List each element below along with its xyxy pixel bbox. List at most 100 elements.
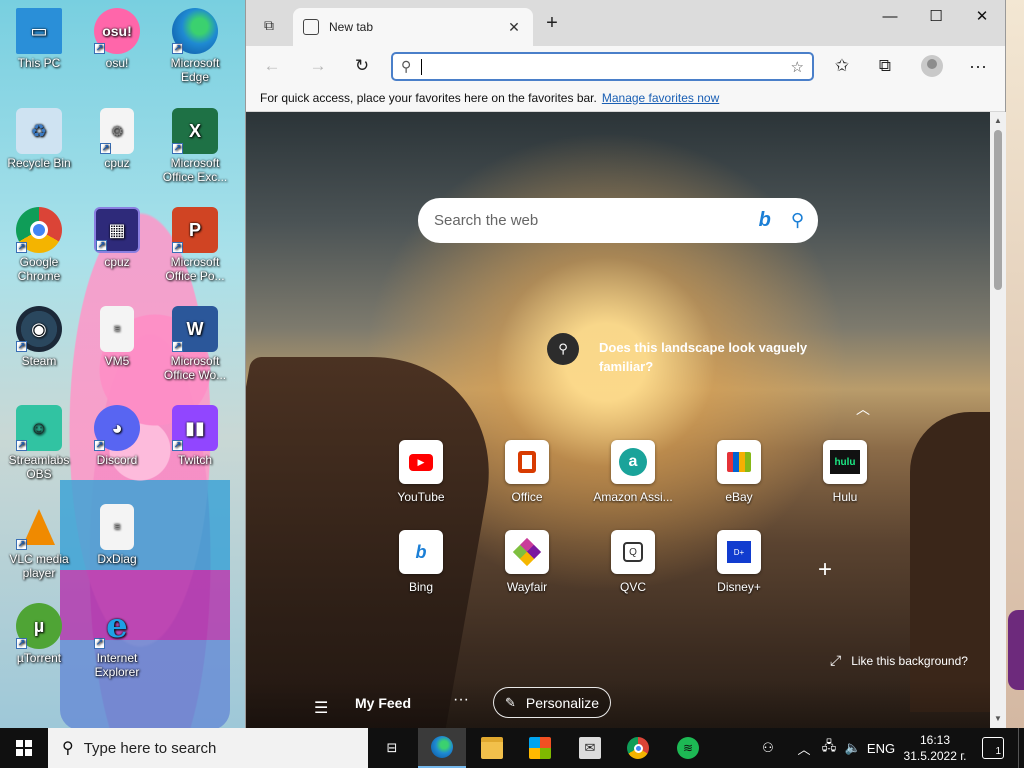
taskbar-microsoft-store[interactable] [516,728,564,768]
qvc-icon: Q [611,530,655,574]
settings-more-button[interactable]: ··· [964,52,992,80]
taskbar-search-box[interactable]: ⚲ [48,728,368,768]
scroll-up-icon[interactable]: ▲ [990,114,1006,128]
menu-icon[interactable]: ☰ [314,698,328,718]
input-language[interactable]: ENG [866,728,896,768]
back-button[interactable]: ← [258,52,286,80]
desktop-icon-osu[interactable]: osu! ↗ osu! [78,8,156,70]
desktop-icon-streamlabs[interactable]: ☺ ↗ Streamlabs OBS [0,405,78,481]
desktop-icon-vlc[interactable]: ↗ VLC media player [0,504,78,580]
file-icon: ≡ [100,306,134,352]
desktop-icon-cpuz-file[interactable]: ⚙ ↗ cpuz [78,108,156,170]
desktop-icon-vm5[interactable]: ≡ VM5 [78,306,156,368]
tab-new-tab[interactable]: New tab ✕ [293,8,533,46]
desktop-icon-twitch[interactable]: ▮▮ ↗ Twitch [156,405,234,467]
profile-button[interactable] [918,52,946,80]
add-quick-link-button[interactable]: + [818,556,832,584]
desktop-icon-cpuz-app[interactable]: ▦ ↗ cpuz [78,207,156,269]
clock-time: 16:13 [919,733,951,747]
start-button[interactable] [0,728,48,768]
chevron-up-icon[interactable]: ︿ [856,399,870,419]
quick-link-youtube[interactable]: ▶ YouTube [378,440,464,504]
edge-window: ⧉ New tab ✕ + — ☐ ✕ ← → ↻ ⚲ ☆ ✩ ⧉ ··· Fo… [245,0,1006,728]
desktop-icon-this-pc[interactable]: ▭ This PC [0,8,78,70]
background-question[interactable]: Does this landscape look vaguely familia… [599,338,819,376]
search-icon[interactable]: ⚲ [791,210,804,231]
desktop-icon-recycle-bin[interactable]: ♻ Recycle Bin [0,108,78,170]
volume-button[interactable]: 🔈 [842,728,864,768]
background-info[interactable]: ⚲ Does this landscape look vaguely famil… [547,333,819,376]
quick-link-office[interactable]: Office [484,440,570,504]
like-background-button[interactable]: ⤢ Like this background? [830,652,968,669]
tab-close-icon[interactable]: ✕ [505,19,523,36]
quick-link-ebay[interactable]: eBay [696,440,782,504]
desktop-icon-steam[interactable]: ◉ ↗ Steam [0,306,78,368]
maximize-button[interactable]: ☐ [913,0,959,32]
chrome-icon: ↗ [16,207,62,253]
action-center-button[interactable]: 1 [982,737,1004,759]
forward-button[interactable]: → [304,52,332,80]
taskbar-search-input[interactable] [83,739,344,757]
tab-title: New tab [329,20,374,34]
more-icon[interactable]: ··· [453,691,469,709]
quick-link-wayfair[interactable]: Wayfair [484,530,570,594]
quick-link-label: Disney+ [717,580,761,594]
taskbar-file-explorer[interactable] [468,728,516,768]
word-icon: W ↗ [172,306,218,352]
address-bar[interactable]: ⚲ ☆ [391,52,814,81]
taskbar-edge[interactable] [418,728,466,768]
desktop-icon-internet-explorer[interactable]: e ↗ Internet Explorer [78,603,156,679]
show-desktop-button[interactable] [1018,728,1024,768]
address-input[interactable] [426,56,791,77]
quick-link-bing[interactable]: b Bing [378,530,464,594]
desktop-icon-label: Microsoft Office Po... [165,255,225,283]
manage-favorites-link[interactable]: Manage favorites now [602,91,719,105]
quick-link-hulu[interactable]: hulu Hulu [802,440,888,504]
desktop-icon-label: Microsoft Edge [170,56,220,84]
show-hidden-icons-button[interactable]: ︿ [794,728,814,768]
streamlabs-icon: ☺ ↗ [16,405,62,451]
reload-button[interactable]: ↻ [348,52,376,80]
scrollbar-thumb[interactable] [994,130,1002,290]
desktop-icon-label: VLC media player [9,552,69,580]
taskbar-spotify[interactable]: ≋ [664,728,712,768]
arrow-left-icon: ← [263,56,281,75]
scroll-down-icon[interactable]: ▼ [990,712,1006,726]
quick-link-disney-plus[interactable]: D+ Disney+ [696,530,782,594]
my-feed-tab[interactable]: My Feed [355,695,411,711]
desktop-icon-utorrent[interactable]: µ ↗ µTorrent [0,603,78,665]
desktop-icon-edge[interactable]: ↗ Microsoft Edge [156,8,234,84]
web-search-input[interactable] [434,212,759,229]
shortcut-arrow-icon: ↗ [172,242,183,253]
clock[interactable]: 16:13 31.5.2022 г. [900,732,970,764]
desktop-icon-chrome[interactable]: ↗ Google Chrome [0,207,78,283]
quick-link-qvc[interactable]: Q QVC [590,530,676,594]
network-button[interactable]: 🖧 [818,728,840,768]
close-window-button[interactable]: ✕ [959,0,1005,32]
taskbar-chrome[interactable] [614,728,662,768]
collections-button[interactable]: ⧉ [871,52,899,80]
people-button[interactable]: ⚇ [756,728,780,768]
personalize-button[interactable]: ✎ Personalize [493,687,611,718]
add-favorite-icon[interactable]: ☆ [791,58,804,76]
tab-actions-button[interactable]: ⧉ [256,12,282,38]
favorites-button[interactable]: ✩ [828,52,856,80]
bing-icon[interactable]: b [759,209,771,232]
desktop-icon-powerpoint[interactable]: P ↗ Microsoft Office Po... [156,207,234,283]
desktop-icon-discord[interactable]: ◕ ↗ Discord [78,405,156,467]
minimize-button[interactable]: — [867,0,913,32]
pencil-icon: ✎ [504,694,516,710]
taskbar-mail[interactable]: ✉ [566,728,614,768]
desktop-icon-excel[interactable]: X ↗ Microsoft Office Exc... [156,108,234,184]
expand-icon: ⤢ [830,652,842,668]
new-tab-button[interactable]: + [540,12,564,35]
desktop-icon-dxdiag[interactable]: ≡ DxDiag [78,504,156,566]
quick-link-label: Hulu [832,490,858,504]
vertical-scrollbar[interactable]: ▲ ▼ [990,112,1006,728]
more-icon: ··· [969,55,987,76]
hulu-icon: hulu [823,440,867,484]
web-search-box[interactable]: b ⚲ [418,198,818,243]
desktop-icon-word[interactable]: W ↗ Microsoft Office Wo... [156,306,234,382]
task-view-button[interactable]: ⊟ [368,728,416,768]
quick-link-amazon-assistant[interactable]: a Amazon Assi... [590,440,676,504]
